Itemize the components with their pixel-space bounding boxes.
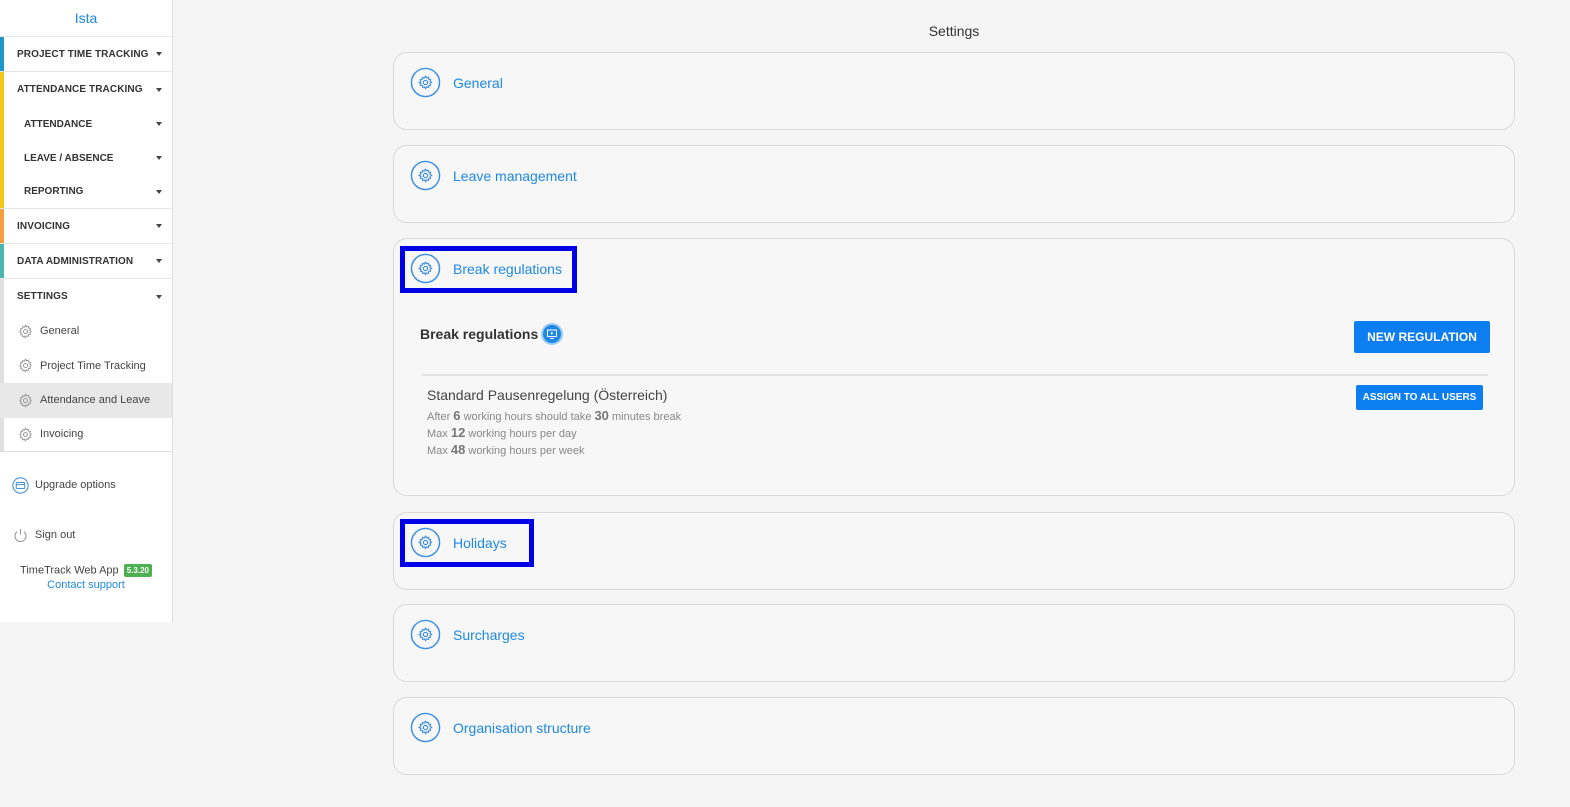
- rule-line-max-day: Max 12 working hours per day: [427, 425, 577, 440]
- gear-icon: [410, 619, 441, 650]
- card-holidays: Holidays: [393, 512, 1515, 590]
- caret-down-icon: [156, 52, 162, 56]
- card-header-leave-management[interactable]: Leave management: [410, 160, 577, 191]
- rule-line-max-week: Max 48 working hours per week: [427, 442, 585, 457]
- gear-icon: [18, 358, 33, 373]
- nav-label: PROJECT TIME TRACKING: [17, 48, 149, 60]
- caret-down-icon: [156, 224, 162, 228]
- upgrade-card-icon: [12, 476, 29, 494]
- settings-item-label: General: [40, 325, 80, 338]
- nav-attendance[interactable]: ATTENDANCE: [0, 107, 172, 141]
- rule-max-day-value: 12: [450, 425, 466, 440]
- gear-icon: [410, 712, 441, 743]
- card-leave-management: Leave management: [393, 145, 1515, 223]
- card-title: Surcharges: [453, 626, 525, 643]
- caret-down-icon: [156, 156, 162, 160]
- nav-invoicing[interactable]: INVOICING: [0, 209, 172, 244]
- nav-label: ATTENDANCE: [24, 118, 93, 130]
- settings-group: SETTINGS General Project Time Tracking A…: [0, 279, 172, 452]
- nav-leave-absence[interactable]: LEAVE / ABSENCE: [0, 141, 172, 175]
- upgrade-label: Upgrade options: [35, 479, 116, 491]
- settings-item-attendance-and-leave[interactable]: Attendance and Leave: [0, 383, 172, 418]
- nav-label: ATTENDANCE TRACKING: [17, 84, 143, 95]
- video-info-icon[interactable]: [541, 323, 564, 345]
- rule-text: minutes break: [611, 411, 682, 423]
- gear-icon: [18, 427, 33, 442]
- new-regulation-button[interactable]: NEW REGULATION: [1354, 321, 1490, 353]
- sidebar-footer: TimeTrack Web App 5.3.20 Contact support: [0, 564, 172, 591]
- page-title: Settings: [928, 23, 980, 39]
- brand-link[interactable]: Ista: [0, 0, 172, 37]
- card-header-general[interactable]: General: [410, 67, 503, 98]
- nav-label: REPORTING: [24, 186, 84, 197]
- version-badge: 5.3.20: [123, 564, 152, 577]
- highlight-box: [400, 246, 577, 293]
- gear-icon: [410, 160, 441, 191]
- nav-project-time-tracking[interactable]: PROJECT TIME TRACKING: [0, 37, 172, 72]
- card-title: Organisation structure: [453, 719, 591, 736]
- settings-item-label: Invoicing: [40, 428, 84, 441]
- card-title: General: [453, 74, 503, 91]
- nav-attendance-tracking[interactable]: ATTENDANCE TRACKING: [0, 72, 172, 107]
- rule-text: Max: [427, 428, 448, 440]
- sidebar: Ista PROJECT TIME TRACKING ATTENDANCE TR…: [0, 0, 173, 622]
- settings-item-invoicing[interactable]: Invoicing: [0, 418, 172, 452]
- nav-settings[interactable]: SETTINGS: [0, 279, 172, 314]
- divider: [422, 374, 1488, 376]
- upgrade-options-link[interactable]: Upgrade options: [0, 468, 172, 502]
- caret-down-icon: [156, 259, 162, 263]
- caret-down-icon: [156, 87, 162, 92]
- card-surcharges: Surcharges: [393, 604, 1515, 682]
- break-regulations-heading: Break regulations: [420, 323, 564, 345]
- card-organisation-structure: Organisation structure: [393, 697, 1515, 775]
- heading-text: Break regulations: [420, 326, 539, 342]
- gear-icon: [410, 67, 441, 98]
- nav-label: LEAVE / ABSENCE: [24, 152, 114, 164]
- rule-text: working hours per week: [468, 445, 585, 457]
- settings-item-label: Attendance and Leave: [40, 394, 151, 407]
- sign-out-label: Sign out: [35, 529, 76, 541]
- sign-out-link[interactable]: Sign out: [0, 518, 172, 552]
- rule-minutes-value: 30: [594, 408, 609, 423]
- caret-down-icon: [156, 294, 162, 299]
- nav-label: INVOICING: [17, 220, 71, 232]
- card-header-surcharges[interactable]: Surcharges: [410, 619, 525, 650]
- rule-line-break: After 6 working hours should take 30 min…: [427, 408, 681, 423]
- app-name: TimeTrack Web App: [20, 564, 119, 577]
- card-break-regulations: Break regulations Break regulations NEW …: [393, 238, 1515, 496]
- caret-down-icon: [156, 122, 162, 126]
- rule-text: working hours should take: [463, 411, 592, 423]
- settings-item-project-time-tracking[interactable]: Project Time Tracking: [0, 349, 172, 384]
- nav-label: DATA ADMINISTRATION: [17, 255, 134, 267]
- rule-text: Max: [427, 445, 448, 457]
- caret-down-icon: [156, 189, 162, 194]
- rule-text: After: [427, 411, 451, 423]
- nav-data-administration[interactable]: DATA ADMINISTRATION: [0, 244, 172, 279]
- gear-icon: [18, 393, 33, 408]
- gear-icon: [18, 324, 33, 339]
- nav-reporting[interactable]: REPORTING: [0, 175, 172, 209]
- rule-hours-value: 6: [453, 408, 461, 423]
- card-header-organisation-structure[interactable]: Organisation structure: [410, 712, 591, 743]
- card-general: General: [393, 52, 1515, 130]
- nav-label: SETTINGS: [17, 291, 68, 302]
- settings-item-general[interactable]: General: [0, 314, 172, 349]
- highlight-box: [400, 519, 534, 567]
- contact-support-link[interactable]: Contact support: [0, 579, 172, 591]
- rule-text: working hours per day: [468, 428, 577, 440]
- rule-max-week-value: 48: [450, 442, 466, 457]
- assign-to-all-users-button[interactable]: ASSIGN TO ALL USERS: [1356, 385, 1483, 410]
- rule-name: Standard Pausenregelung (Österreich): [427, 387, 668, 403]
- settings-item-label: Project Time Tracking: [40, 359, 146, 372]
- card-title: Leave management: [453, 167, 577, 184]
- power-icon: [12, 527, 29, 544]
